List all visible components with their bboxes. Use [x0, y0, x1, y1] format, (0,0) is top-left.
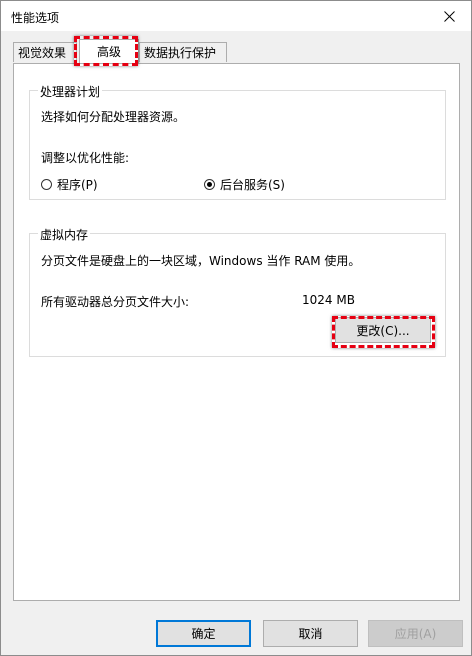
- tab-advanced[interactable]: 高级: [79, 39, 139, 63]
- tab-data-execution-prevention[interactable]: 数据执行保护: [139, 42, 227, 62]
- radio-programs-indicator: [41, 179, 52, 190]
- ok-button[interactable]: 确定: [156, 620, 251, 647]
- radio-programs-label: 程序(P): [57, 178, 98, 192]
- virtual-memory-group: 虚拟内存 分页文件是硬盘上的一块区域，Windows 当作 RAM 使用。 所有…: [29, 226, 446, 357]
- close-button[interactable]: [427, 1, 471, 31]
- title-bar[interactable]: 性能选项: [1, 1, 471, 31]
- radio-programs[interactable]: 程序(P): [41, 176, 98, 193]
- adjust-label: 调整以优化性能:: [41, 151, 130, 165]
- radio-background-services[interactable]: 后台服务(S): [204, 176, 285, 193]
- tab-panel-advanced: 处理器计划 选择如何分配处理器资源。 调整以优化性能: 程序(P) 后台服务(S…: [13, 63, 460, 601]
- processor-scheduling-group: 处理器计划 选择如何分配处理器资源。 调整以优化性能: 程序(P) 后台服务(S…: [29, 83, 446, 200]
- radio-background-services-label: 后台服务(S): [220, 178, 285, 192]
- processor-scheduling-description: 选择如何分配处理器资源。: [41, 110, 186, 124]
- total-paging-file-value: 1024 MB: [302, 293, 355, 307]
- performance-options-window: 性能选项 视觉效果 高级 数据执行保护 处理器计划 选择如何分配处理器资源。 调…: [0, 0, 472, 656]
- virtual-memory-title: 虚拟内存: [38, 226, 91, 243]
- virtual-memory-description: 分页文件是硬盘上的一块区域，Windows 当作 RAM 使用。: [41, 254, 361, 268]
- change-button[interactable]: 更改(C)...: [335, 317, 431, 343]
- total-paging-file-label: 所有驱动器总分页文件大小:: [41, 295, 190, 309]
- window-title: 性能选项: [11, 11, 60, 25]
- radio-selected-dot: [207, 182, 212, 187]
- processor-scheduling-title: 处理器计划: [38, 83, 103, 100]
- tab-visual-effects[interactable]: 视觉效果: [13, 42, 77, 62]
- cancel-button[interactable]: 取消: [263, 620, 358, 647]
- apply-button: 应用(A): [368, 620, 463, 647]
- radio-background-services-indicator: [204, 179, 215, 190]
- close-icon: [443, 10, 455, 22]
